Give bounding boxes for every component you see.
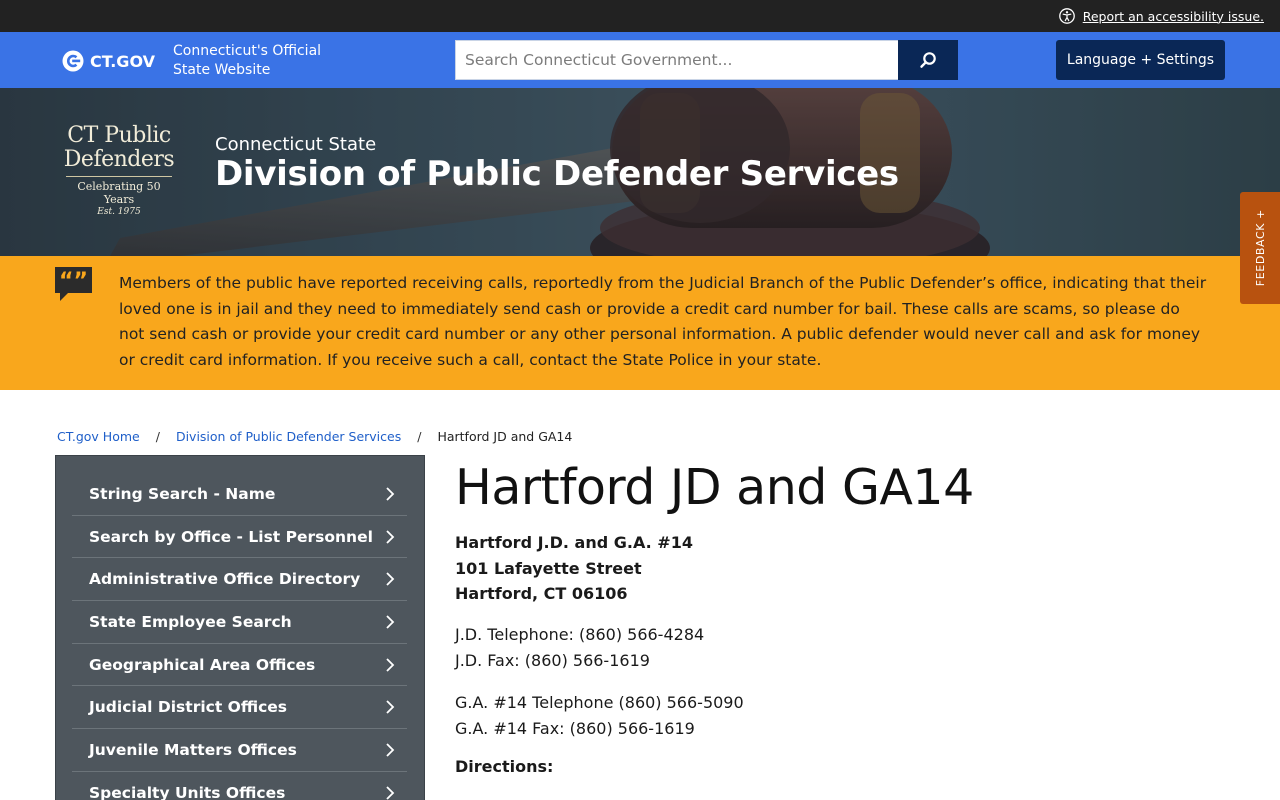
scam-alert-banner: “” Members of the public have reported r… bbox=[0, 256, 1280, 390]
sidebar-item-label: Administrative Office Directory bbox=[89, 570, 361, 589]
breadcrumb-division[interactable]: Division of Public Defender Services bbox=[176, 429, 401, 444]
ct-logo-icon bbox=[62, 50, 84, 72]
breadcrumb: CT.gov Home / Division of Public Defende… bbox=[57, 429, 572, 444]
chevron-right-icon bbox=[386, 743, 395, 757]
sidebar-item-string-search[interactable]: String Search - Name bbox=[72, 473, 407, 516]
site-tagline: Connecticut's Official State Website bbox=[173, 43, 322, 78]
sidebar-item-judicial-district-offices[interactable]: Judicial District Offices bbox=[72, 686, 407, 730]
jd-fax: J.D. Fax: (860) 566-1619 bbox=[455, 650, 650, 670]
quote-bubble-icon: “” bbox=[55, 267, 92, 301]
search-bar bbox=[455, 40, 958, 80]
sidebar-item-label: Judicial District Offices bbox=[89, 698, 288, 717]
accessibility-report-link[interactable]: Report an accessibility issue. bbox=[1058, 8, 1264, 24]
sidebar-item-label: Juvenile Matters Offices bbox=[89, 740, 297, 759]
sidebar-item-label: Search by Office - List Personnel bbox=[89, 527, 373, 546]
ct-logo-text: CT.GOV bbox=[90, 51, 155, 71]
chevron-right-icon bbox=[386, 615, 395, 629]
jd-contact: J.D. Telephone: (860) 566-4284 J.D. Fax:… bbox=[455, 622, 704, 673]
ga-fax: G.A. #14 Fax: (860) 566-1619 bbox=[455, 718, 695, 738]
language-settings-button[interactable]: Language + Settings bbox=[1056, 40, 1225, 80]
jd-telephone: J.D. Telephone: (860) 566-4284 bbox=[455, 625, 705, 644]
feedback-tab[interactable]: FEEDBACK + bbox=[1240, 192, 1280, 304]
ga-contact: G.A. #14 Telephone (860) 566-5090 G.A. #… bbox=[455, 690, 744, 741]
search-input[interactable] bbox=[455, 40, 898, 80]
agency-title[interactable]: Division of Public Defender Services bbox=[215, 154, 899, 194]
logo-line-4: Est. 1975 bbox=[97, 207, 141, 217]
logo-divider bbox=[66, 176, 172, 177]
sidebar-item-label: String Search - Name bbox=[89, 484, 276, 503]
address-line-city: Hartford, CT 06106 bbox=[455, 584, 628, 604]
chevron-right-icon bbox=[386, 657, 395, 672]
breadcrumb-separator: / bbox=[417, 429, 422, 444]
address-line-street: 101 Lafayette Street bbox=[455, 558, 642, 578]
logo-line-1: CT Public bbox=[67, 123, 171, 148]
search-icon bbox=[920, 52, 936, 68]
ct-gov-logo[interactable]: CT.GOV bbox=[62, 50, 155, 72]
chevron-right-icon bbox=[386, 786, 395, 800]
ct-header: CT.GOV Connecticut's Official State Webs… bbox=[0, 32, 1280, 88]
search-button[interactable] bbox=[898, 40, 958, 80]
page-title: Hartford JD and GA14 bbox=[455, 459, 974, 516]
breadcrumb-separator: / bbox=[155, 429, 160, 444]
directions-heading: Directions: bbox=[455, 757, 554, 776]
sidebar-item-state-employee-search[interactable]: State Employee Search bbox=[72, 601, 407, 644]
address-line-office: Hartford J.D. and G.A. #14 bbox=[455, 533, 693, 552]
chevron-right-icon bbox=[386, 572, 395, 586]
sidebar-item-admin-office-directory[interactable]: Administrative Office Directory bbox=[72, 558, 407, 602]
alert-message: Members of the public have reported rece… bbox=[119, 274, 1207, 370]
sidebar-item-label: Geographical Area Offices bbox=[89, 655, 316, 674]
chevron-right-icon bbox=[386, 487, 395, 501]
accessibility-link-text: Report an accessibility issue. bbox=[1082, 8, 1264, 24]
chevron-right-icon bbox=[386, 700, 395, 714]
utility-bar: Report an accessibility issue. bbox=[0, 0, 1280, 32]
office-address: Hartford J.D. and G.A. #14 101 Lafayette… bbox=[455, 530, 693, 607]
agency-subtitle: Connecticut State bbox=[215, 134, 377, 155]
sidebar-item-label: Specialty Units Offices bbox=[89, 783, 286, 800]
sidebar-item-geographical-area-offices[interactable]: Geographical Area Offices bbox=[72, 644, 407, 687]
chevron-right-icon bbox=[386, 529, 395, 544]
ga-telephone: G.A. #14 Telephone (860) 566-5090 bbox=[455, 693, 744, 712]
breadcrumb-current: Hartford JD and GA14 bbox=[437, 429, 573, 444]
logo-line-2: Defenders bbox=[63, 147, 175, 172]
feedback-label: FEEDBACK + bbox=[1253, 209, 1267, 287]
agency-hero-banner: CT Public Defenders Celebrating 50 Years… bbox=[0, 88, 1280, 256]
sidebar-item-specialty-units-offices[interactable]: Specialty Units Offices bbox=[72, 772, 407, 800]
sidebar-item-juvenile-matters-offices[interactable]: Juvenile Matters Offices bbox=[72, 729, 407, 772]
sidebar-item-label: State Employee Search bbox=[89, 612, 292, 631]
logo-line-3: Celebrating 50 Years bbox=[77, 180, 161, 206]
accessibility-icon bbox=[1058, 8, 1075, 24]
ct-public-defenders-logo[interactable]: CT Public Defenders Celebrating 50 Years… bbox=[62, 124, 176, 219]
sidebar-item-search-by-office[interactable]: Search by Office - List Personnel bbox=[72, 516, 407, 559]
breadcrumb-ct-home[interactable]: CT.gov Home bbox=[57, 429, 140, 444]
svg-text:“”: “” bbox=[59, 269, 88, 294]
sidebar-nav: String Search - Name Search by Office - … bbox=[55, 455, 425, 800]
